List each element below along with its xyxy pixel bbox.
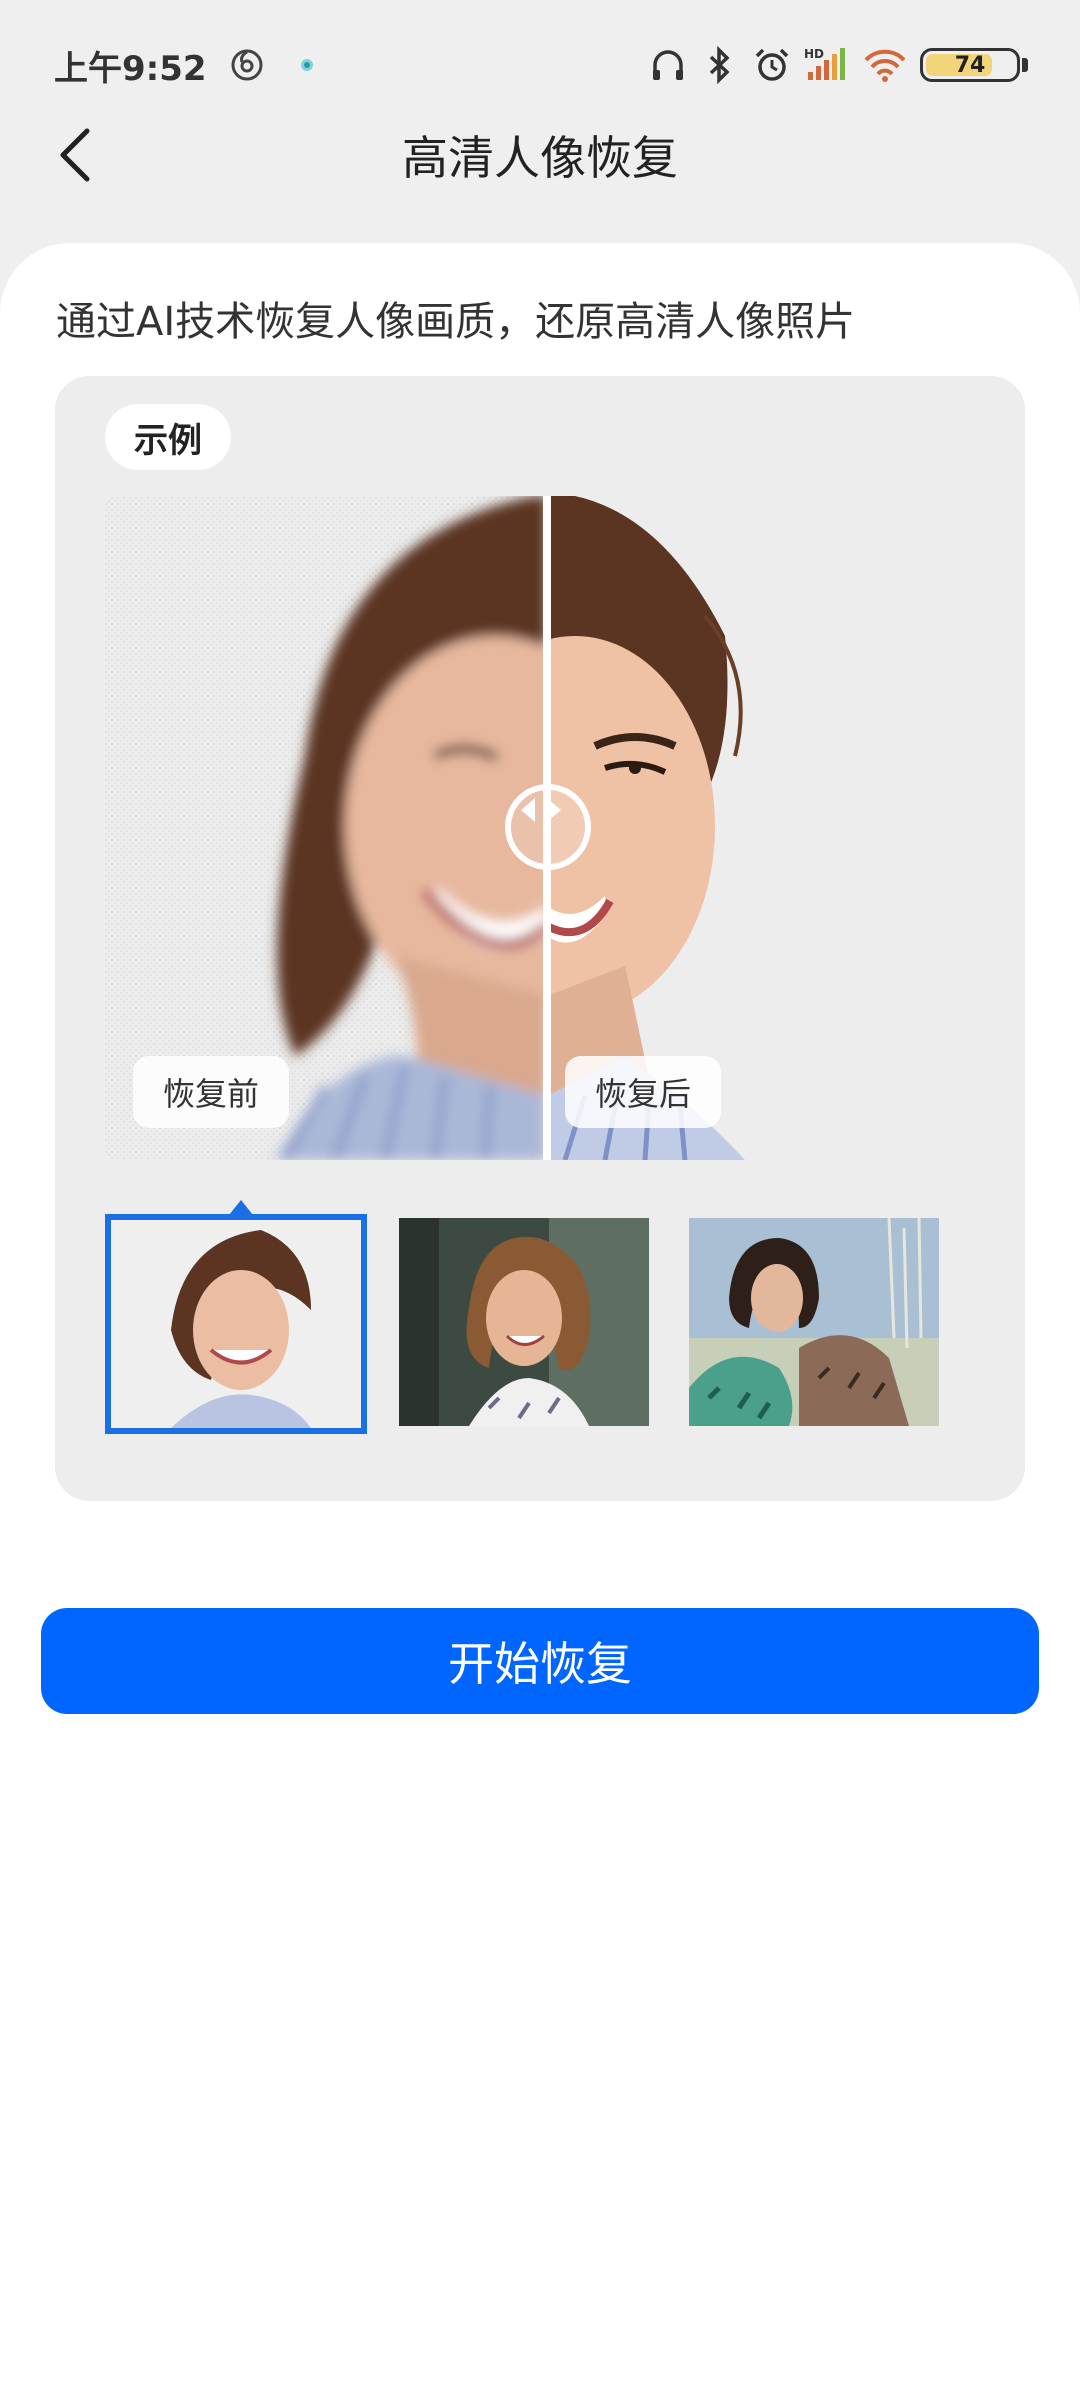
example-panel: 示例 恢复前 恢复后 [55,376,1025,1501]
battery-cap [1022,58,1028,72]
thumbnail-image-3 [689,1218,939,1426]
before-after-comparison[interactable]: 恢复前 恢复后 [105,496,975,1160]
page-title: 高清人像恢复 [402,131,678,185]
hd-label: HD [804,47,824,61]
chevron-left-icon [60,128,90,182]
main-card: 通过AI技术恢复人像画质，还原高清人像照片 示例 恢复前 恢复后 开始恢复 [0,243,1080,2400]
description-text: 通过AI技术恢复人像画质，还原高清人像照片 [56,299,856,345]
start-restore-button[interactable]: 开始恢复 [41,1608,1039,1714]
thumbnail-image-1 [111,1220,361,1428]
thumbnail-portrait-1[interactable] [105,1200,367,1434]
battery-icon: 74 [920,48,1020,82]
comparison-slider-handle[interactable] [505,784,591,870]
bluetooth-icon [700,45,740,85]
header: 高清人像恢复 [0,110,1080,200]
selected-pointer-icon [225,1200,257,1220]
before-label: 恢复前 [133,1056,290,1128]
wifi-icon [862,45,908,85]
example-thumbnails [105,1200,975,1439]
status-time: 上午9:52 [54,48,207,89]
cellular-signal-icon: HD [804,45,850,85]
thumbnail-image-2 [399,1218,649,1426]
back-button[interactable] [40,120,110,190]
left-right-arrows-icon [521,798,561,822]
example-tag: 示例 [105,404,231,470]
app-notification-icon [287,45,327,85]
headphones-icon [648,45,688,85]
status-right: HD 74 [648,45,1028,85]
thumbnail-portrait-2[interactable] [395,1214,657,1434]
alarm-icon [752,45,792,85]
thumbnail-portrait-3[interactable] [685,1214,947,1434]
netease-music-icon [227,45,267,85]
after-label: 恢复后 [565,1056,722,1128]
battery-level: 74 [954,52,986,78]
status-left: 上午9:52 [54,41,327,90]
